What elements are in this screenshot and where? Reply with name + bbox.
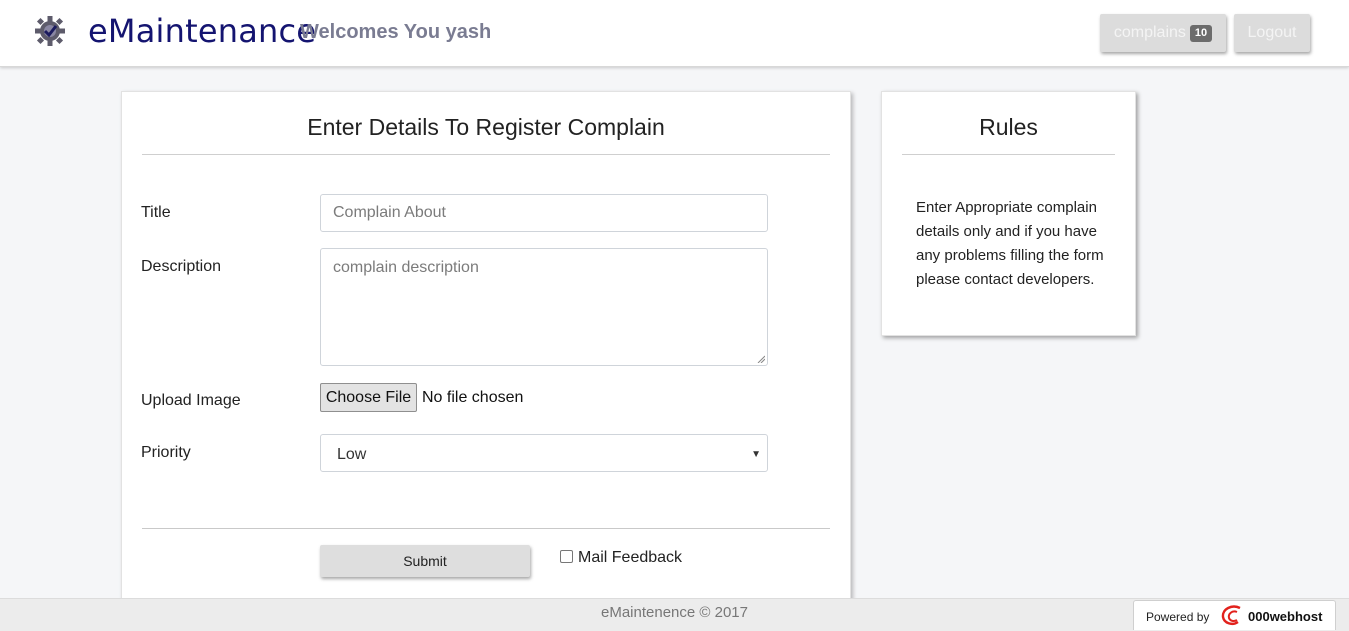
description-textarea[interactable]: complain description — [320, 248, 768, 366]
description-label: Description — [141, 258, 222, 275]
webhost-name: 000webhost — [1248, 609, 1323, 624]
complains-label: complains — [1113, 24, 1186, 41]
file-status-text: No file chosen — [422, 389, 524, 406]
rules-divider — [902, 154, 1115, 155]
chevron-down-icon: ▼ — [751, 449, 761, 460]
priority-value: Low — [337, 446, 367, 463]
complain-form-card: Enter Details To Register Complain Title… — [121, 91, 851, 613]
complains-count-badge: 10 — [1189, 24, 1213, 42]
priority-label: Priority — [141, 444, 191, 461]
submit-button[interactable]: Submit — [320, 545, 530, 577]
webhost-logo-icon — [1221, 605, 1241, 625]
choose-file-button[interactable]: Choose File — [320, 383, 417, 412]
navbar: eMaintenance Welcomes You yash complains… — [0, 0, 1349, 67]
rules-text: Enter Appropriate complain details only … — [916, 199, 1104, 288]
welcome-text: Welcomes You yash — [300, 21, 492, 43]
resize-handle-icon[interactable] — [757, 355, 765, 363]
brand-title[interactable]: eMaintenance — [88, 12, 316, 50]
gear-check-icon — [35, 16, 65, 46]
upload-image-label: Upload Image — [141, 392, 241, 409]
logout-button[interactable]: Logout — [1234, 14, 1310, 52]
powered-by-badge[interactable]: Powered by 000webhost — [1133, 600, 1336, 630]
rules-heading: Rules — [979, 114, 1038, 140]
title-label: Title — [141, 204, 171, 221]
complains-button[interactable]: complains 10 — [1100, 14, 1226, 52]
form-bottom-divider — [142, 528, 830, 529]
form-divider — [142, 154, 830, 155]
description-placeholder: complain description — [333, 259, 479, 276]
mail-feedback-label[interactable]: Mail Feedback — [578, 549, 682, 567]
form-heading: Enter Details To Register Complain — [307, 114, 665, 140]
title-input[interactable]: Complain About — [320, 194, 768, 232]
rules-card: Rules Enter Appropriate complain details… — [881, 91, 1136, 336]
powered-by-label: Powered by — [1146, 610, 1210, 624]
priority-select[interactable]: Low ▼ — [320, 434, 768, 472]
mail-feedback-checkbox[interactable] — [560, 550, 573, 563]
